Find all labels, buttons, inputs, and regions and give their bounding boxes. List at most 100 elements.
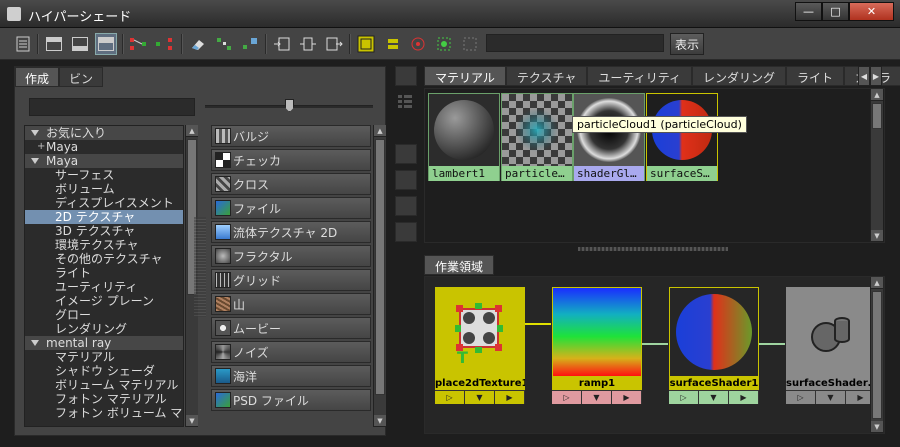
tree-item[interactable]: ボリューム [25,182,183,196]
swatch-particle-cloud[interactable]: particle… [501,93,573,181]
tab-work-area[interactable]: 作業領域 [424,255,495,275]
swatch-lambert1[interactable]: lambert1 [428,93,500,181]
rearrange-graph-icon[interactable] [213,33,235,55]
layout-split-icon[interactable] [95,33,117,55]
psd-file-icon [215,392,231,408]
minimize-button[interactable]: — [795,2,822,21]
work-area-graph[interactable]: T place2dTexture1 ▷ ▼ ▶ ramp1 ▷ ▼ ▶ surfaceS… [424,276,885,434]
swatch-scrollbar[interactable]: ▲ ▼ [870,89,883,242]
tab-scroll-right-icon[interactable]: ▶ [870,66,882,86]
attribute-toggle-icon[interactable] [381,33,403,55]
toggle-panel-icon[interactable] [12,33,34,55]
node-button-label: 海洋 [233,369,258,384]
output-connections-icon[interactable] [323,33,345,55]
sort-by-type-icon[interactable] [395,248,417,268]
filter-input[interactable] [29,98,195,116]
graph-network-icon[interactable] [239,33,261,55]
swatch-shader-glow[interactable]: shaderGl… [573,93,645,181]
tree-item[interactable]: サーフェス [25,168,183,182]
tree-item[interactable]: その他のテクスチャ [25,252,183,266]
tab-0[interactable]: マテリアル [424,66,506,86]
tab-scroll-left-icon[interactable]: ◀ [858,66,870,86]
as-list-icon[interactable] [395,92,417,112]
node-button[interactable]: 山 [211,293,371,315]
node-button[interactable]: 流体テクスチャ 2D [211,221,371,243]
tree-item[interactable]: Maya [25,154,183,168]
node-ports[interactable]: ▷ ▼ ▶ [669,390,759,404]
node-list-scrollbar[interactable]: ▲ ▼ [373,125,386,427]
panel-splitter[interactable] [578,247,728,251]
tree-item[interactable]: 2D テクスチャ [25,210,183,224]
node-button[interactable]: ファイル [211,197,371,219]
input-connections-icon[interactable] [271,33,293,55]
tree-item[interactable]: 3D テクスチャ [25,224,183,238]
tree-item[interactable]: ユーティリティ [25,280,183,294]
huge-icons-icon[interactable] [395,196,417,216]
tree-item[interactable]: ボリューム マテリアル [25,378,183,392]
small-icons-icon[interactable] [395,118,417,138]
graph-node-shading-group[interactable]: surfaceShader… ▷ ▼ ▶ [786,287,876,404]
node-ports[interactable]: ▷ ▼ ▶ [786,390,876,404]
tab-2[interactable]: ユーティリティ [587,66,692,86]
tab-scroll-arrows[interactable]: ◀ ▶ [858,66,882,86]
tab-create[interactable]: 作成 [15,67,60,87]
tree-item[interactable]: イメージ プレーン [25,294,183,308]
graph-input-icon[interactable] [128,33,150,55]
medium-icons-icon[interactable] [395,144,417,164]
tree-item[interactable]: お気に入り [25,126,183,140]
swatch-surface-shader[interactable]: surfaceS… [646,93,718,181]
tree-item[interactable]: mental ray [25,336,183,350]
tree-item[interactable]: Maya [25,140,183,154]
tree-item[interactable]: フォトン ボリューム マテ… [25,406,183,420]
work-area-scrollbar[interactable]: ▲ ▼ [870,277,883,433]
toolbar-search-input[interactable] [486,34,664,52]
target-node-icon[interactable] [433,33,455,55]
marquee-select-icon[interactable] [459,33,481,55]
tree-item[interactable]: マテリアル [25,350,183,364]
tree-item[interactable]: ライト [25,266,183,280]
node-button[interactable]: グリッド [211,269,371,291]
graph-output-icon[interactable] [154,33,176,55]
node-button[interactable]: ノイズ [211,341,371,363]
tree-item[interactable]: ディスプレイスメント [25,196,183,210]
node-ports[interactable]: ▷ ▼ ▶ [435,390,525,404]
sort-by-time-icon[interactable] [395,274,417,294]
tree-item[interactable]: グロー [25,308,183,322]
node-button[interactable]: PSD ファイル [211,389,371,411]
node-button-label: フラクタル [233,249,293,264]
show-button[interactable]: 表示 [670,33,704,55]
close-button[interactable]: ✕ [849,2,894,21]
node-button[interactable]: 海洋 [211,365,371,387]
eraser-icon[interactable] [187,33,209,55]
tab-1[interactable]: テクスチャ [505,66,588,86]
tree-item[interactable]: 環境テクスチャ [25,238,183,252]
node-button[interactable]: フラクタル [211,245,371,267]
node-button[interactable]: クロス [211,173,371,195]
input-output-connections-icon[interactable] [297,33,319,55]
render-node-icon[interactable] [407,33,429,55]
node-ports[interactable]: ▷ ▼ ▶ [552,390,642,404]
tab-3[interactable]: レンダリング [691,66,786,86]
graph-node-surface-shader[interactable]: surfaceShader1 ▷ ▼ ▶ [669,287,759,404]
tree-item[interactable]: フォトン マテリアル [25,392,183,406]
swatch-toggle-icon[interactable] [355,33,377,55]
tree-item[interactable]: レンダリング [25,322,183,336]
as-icons-icon[interactable] [395,66,417,86]
slider-thumb[interactable] [285,99,294,112]
layout-top-bottom-icon[interactable] [43,33,65,55]
node-button[interactable]: チェッカ [211,149,371,171]
pane-splitter[interactable] [194,217,206,317]
tab-bins[interactable]: ビン [59,67,104,87]
tree-item[interactable]: シャドウ シェーダ [25,364,183,378]
large-icons-icon[interactable] [395,170,417,190]
sort-by-name-icon[interactable] [395,222,417,242]
sort-reverse-icon[interactable] [395,300,417,320]
tab-4[interactable]: ライト [786,66,845,86]
node-button[interactable]: ムービー [211,317,371,339]
graph-node-place2d[interactable]: T place2dTexture1 ▷ ▼ ▶ [435,287,525,404]
node-button[interactable]: バルジ [211,125,371,147]
graph-node-ramp[interactable]: ramp1 ▷ ▼ ▶ [552,287,642,404]
window-title: ハイパーシェード [28,10,132,25]
maximize-button[interactable]: □ [822,2,849,21]
layout-bottom-icon[interactable] [69,33,91,55]
